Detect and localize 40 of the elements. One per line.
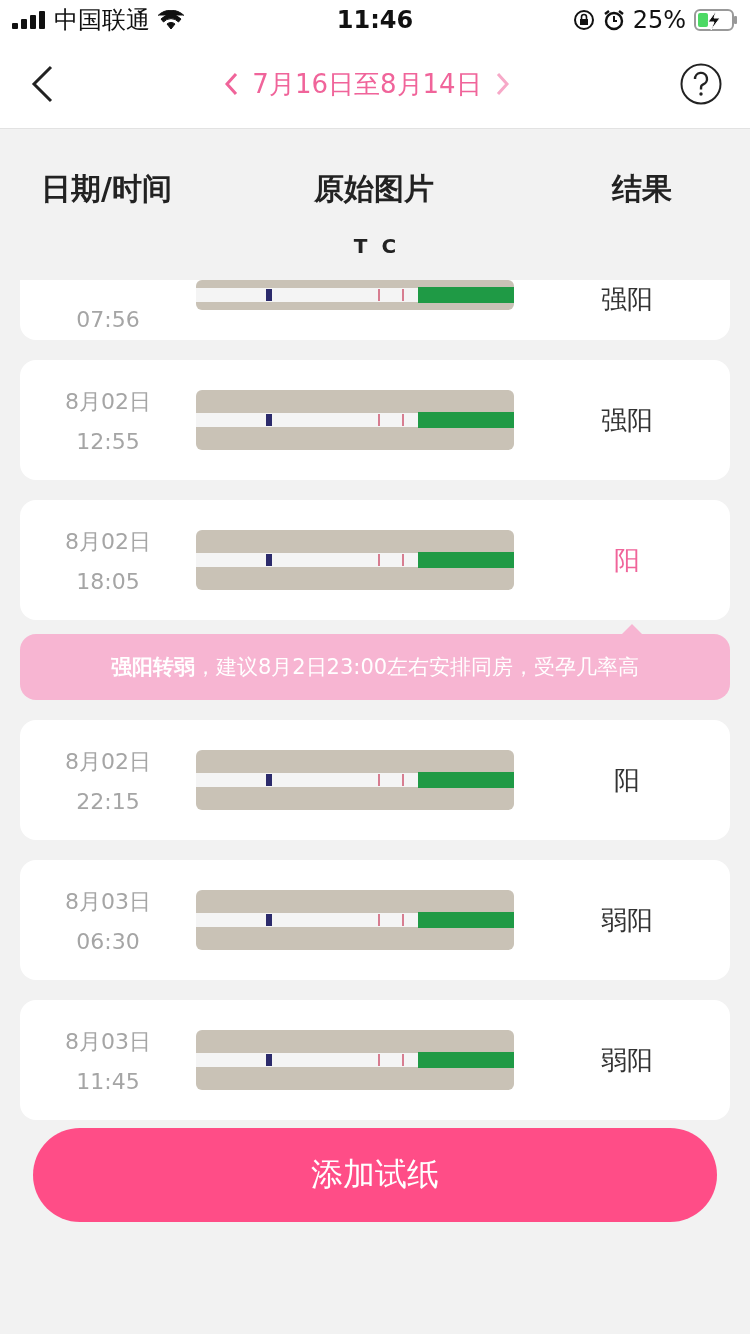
test-record-card[interactable]: 8月03日 06:30 弱阳 [20,860,730,980]
record-time: 18:05 [76,568,140,594]
test-result: 弱阳 [600,1043,654,1077]
date-range: 7月16日至8月14日 [252,67,482,101]
test-record-card[interactable]: 07:56 强阳 [20,280,730,340]
alarm-icon [602,9,625,31]
advice-tooltip: 强阳转弱，建议8月2日23:00左右安排同房，受孕几率高 [20,634,730,700]
record-date: 8月02日 [65,387,151,416]
test-result: 强阳 [600,283,654,316]
test-result: 弱阳 [600,903,654,937]
help-icon[interactable] [680,63,722,105]
test-record-card[interactable]: 8月02日 22:15 阳 [20,720,730,840]
record-date: 8月03日 [65,1027,151,1056]
strip-line-label: C [381,234,397,258]
signal-icon [12,11,46,29]
test-result: 阳 [613,543,641,577]
record-date: 8月02日 [65,527,151,556]
back-icon[interactable] [30,65,54,103]
rotation-lock-icon [572,9,595,31]
test-record-card[interactable]: 8月02日 12:55 强阳 [20,360,730,480]
record-time: 11:45 [76,1068,140,1094]
column-header: 原始图片 [313,170,435,208]
column-header: 日期/时间 [40,170,174,208]
battery-percent: 25% [632,6,686,34]
carrier-name: 中国联通 [54,5,150,36]
record-time: 07:56 [76,307,140,332]
record-time: 06:30 [76,928,140,954]
previous-icon[interactable] [224,72,239,96]
column-header: 结果 [610,170,674,208]
wifi-icon [158,10,184,30]
record-time: 22:15 [76,788,140,814]
record-date: 8月02日 [65,747,151,776]
record-time: 12:55 [76,428,140,454]
strip-line-label: T [353,234,368,258]
record-date: 8月03日 [65,887,151,916]
test-result: 阳 [613,763,641,797]
clock-time: 11:46 [335,6,415,34]
test-record-card[interactable]: 8月03日 11:45 弱阳 [20,1000,730,1120]
battery-charging-icon [694,9,738,31]
test-result: 强阳 [600,403,654,437]
